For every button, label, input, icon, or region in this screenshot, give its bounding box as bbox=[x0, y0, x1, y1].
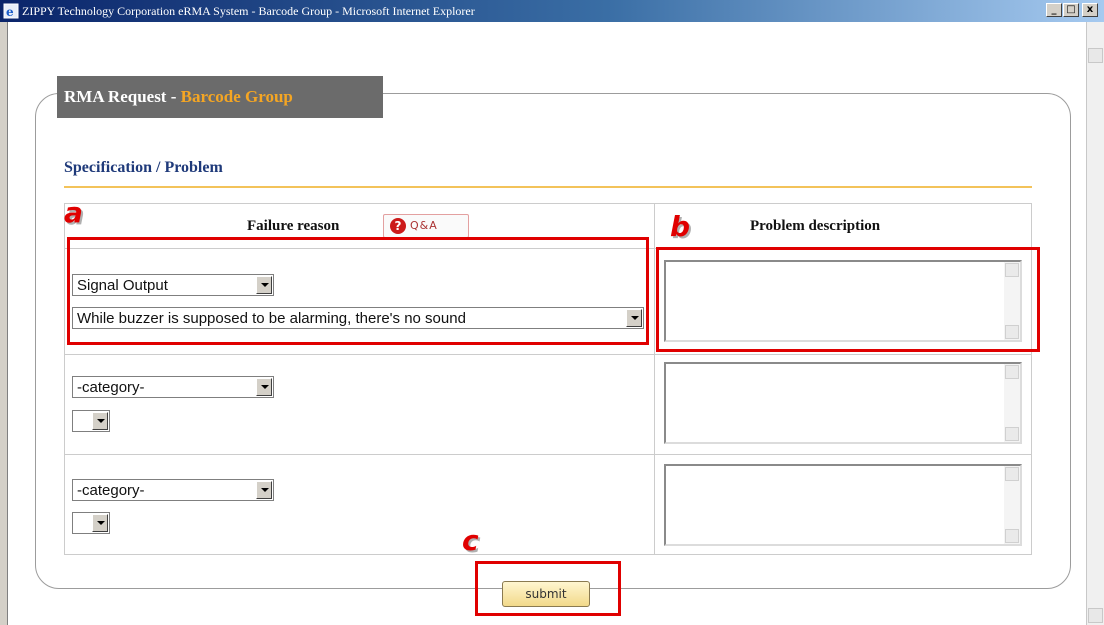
category-select-value: -category- bbox=[77, 482, 145, 499]
minimize-button[interactable]: _ bbox=[1046, 3, 1062, 17]
annotation-label-c: c bbox=[462, 524, 479, 557]
failure-detail-select[interactable] bbox=[72, 410, 110, 432]
qa-label: Q&A bbox=[410, 219, 438, 232]
scroll-down-button[interactable] bbox=[1088, 608, 1103, 623]
category-select-value: -category- bbox=[77, 379, 145, 396]
maximize-button[interactable]: □ bbox=[1063, 3, 1079, 17]
internet-explorer-icon: e bbox=[3, 3, 19, 19]
failure-reason-header: Failure reason bbox=[247, 218, 340, 234]
textarea-scroll-up[interactable] bbox=[1005, 365, 1019, 379]
page-scrollbar[interactable] bbox=[1086, 22, 1104, 625]
problem-description-input[interactable] bbox=[664, 362, 1022, 444]
help-icon: ? bbox=[390, 218, 406, 234]
legend-prefix: RMA Request - bbox=[64, 87, 181, 106]
textarea-scroll-down[interactable] bbox=[1005, 427, 1019, 441]
legend-group-name: Barcode Group bbox=[180, 87, 293, 106]
chevron-down-icon[interactable] bbox=[256, 481, 272, 499]
section-title: Specification / Problem bbox=[64, 159, 223, 176]
textarea-scrollbar[interactable] bbox=[1004, 466, 1020, 544]
scroll-up-button[interactable] bbox=[1088, 48, 1103, 63]
table-column-divider bbox=[654, 203, 655, 555]
textarea-scroll-up[interactable] bbox=[1005, 467, 1019, 481]
chevron-down-icon[interactable] bbox=[92, 412, 108, 430]
window-titlebar[interactable]: e ZIPPY Technology Corporation eRMA Syst… bbox=[0, 0, 1104, 22]
category-select[interactable]: -category- bbox=[72, 479, 274, 501]
section-divider bbox=[64, 186, 1032, 188]
textarea-scroll-down[interactable] bbox=[1005, 529, 1019, 543]
chevron-down-icon[interactable] bbox=[92, 514, 108, 532]
chevron-down-icon[interactable] bbox=[256, 378, 272, 396]
annotation-box-c bbox=[475, 561, 621, 616]
problem-description-input[interactable] bbox=[664, 464, 1022, 546]
qa-button[interactable]: ? Q&A bbox=[383, 214, 469, 238]
annotation-label-a: a bbox=[64, 196, 83, 229]
close-button[interactable]: x bbox=[1082, 3, 1098, 17]
annotation-label-b: b bbox=[670, 210, 691, 243]
svg-text:e: e bbox=[6, 5, 14, 19]
annotation-box-a bbox=[67, 237, 649, 345]
table-row-divider bbox=[64, 454, 1032, 455]
annotation-box-b bbox=[656, 247, 1040, 352]
window-frame-left bbox=[0, 22, 8, 625]
failure-detail-select[interactable] bbox=[72, 512, 110, 534]
textarea-scrollbar[interactable] bbox=[1004, 364, 1020, 442]
table-row-divider bbox=[64, 354, 1032, 355]
panel-legend: RMA Request - Barcode Group bbox=[57, 76, 383, 118]
category-select[interactable]: -category- bbox=[72, 376, 274, 398]
window-title: ZIPPY Technology Corporation eRMA System… bbox=[22, 4, 475, 18]
problem-description-header: Problem description bbox=[750, 218, 881, 234]
